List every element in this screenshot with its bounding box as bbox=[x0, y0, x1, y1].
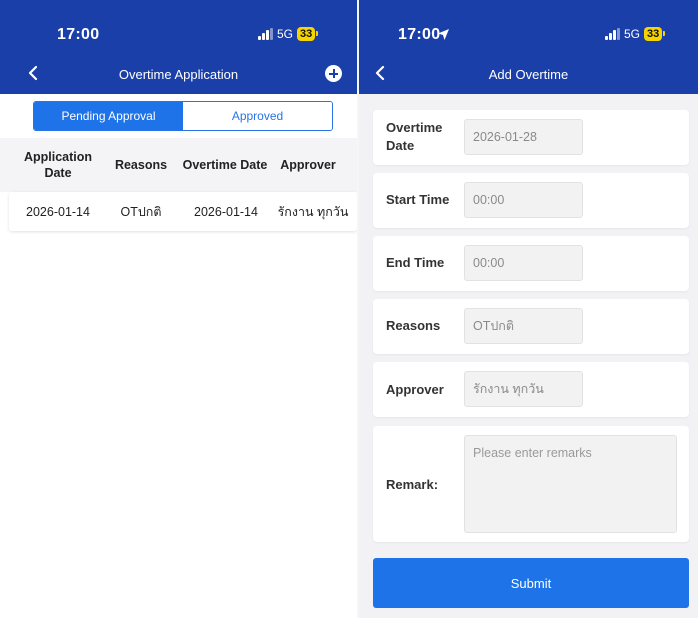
reasons-row: Reasons OTปกติ bbox=[373, 299, 689, 354]
column-header-application-date: Application Date bbox=[23, 150, 93, 180]
reasons-label: Reasons bbox=[386, 318, 441, 333]
remark-input[interactable] bbox=[464, 435, 677, 533]
table-header: Application Date Reasons Overtime Date A… bbox=[0, 138, 357, 192]
column-header-reasons: Reasons bbox=[114, 158, 168, 172]
battery-icon: 33 bbox=[297, 27, 319, 41]
cell-approver: รักงาน ทุกวัน bbox=[277, 204, 349, 219]
header-bar: 17:00 5G 33 Overtime Application bbox=[0, 0, 357, 94]
start-time-label: Start Time bbox=[386, 192, 450, 207]
signal-icon bbox=[605, 27, 620, 40]
overtime-date-field[interactable]: 2026-01-28 bbox=[464, 119, 583, 155]
tab-pending-approval[interactable]: Pending Approval bbox=[34, 102, 183, 130]
remark-row: Remark: bbox=[373, 426, 689, 542]
end-time-row: End Time 00:00 bbox=[373, 236, 689, 291]
cell-overtime-date: 2026-01-14 bbox=[194, 204, 258, 219]
reasons-field[interactable]: OTปกติ bbox=[464, 308, 583, 344]
approver-field[interactable]: รักงาน ทุกวัน bbox=[464, 371, 583, 407]
location-arrow-icon bbox=[438, 29, 449, 40]
status-tabs: Pending Approval Approved bbox=[33, 101, 333, 131]
remark-label: Remark: bbox=[386, 477, 439, 492]
overtime-date-row: Overtime Date 2026-01-28 bbox=[373, 110, 689, 165]
status-indicators: 5G 33 bbox=[258, 27, 319, 41]
add-overtime-screen: 17:00 5G 33 Add Overtime Overtime Date 2… bbox=[359, 0, 698, 618]
status-time: 17:00 bbox=[398, 26, 441, 43]
table-row[interactable]: 2026-01-14 OTปกติ 2026-01-14 รักงาน ทุกว… bbox=[9, 192, 357, 231]
start-time-row: Start Time 00:00 bbox=[373, 173, 689, 228]
overtime-application-screen: 17:00 5G 33 Overtime Application Pending… bbox=[0, 0, 357, 618]
end-time-label: End Time bbox=[386, 255, 445, 270]
network-label: 5G bbox=[277, 27, 294, 41]
page-title: Overtime Application bbox=[118, 67, 239, 82]
approver-row: Approver รักงาน ทุกวัน bbox=[373, 362, 689, 417]
column-header-overtime-date: Overtime Date bbox=[182, 158, 268, 172]
end-time-field[interactable]: 00:00 bbox=[464, 245, 583, 281]
battery-icon: 33 bbox=[644, 27, 666, 41]
column-header-approver: Approver bbox=[280, 158, 336, 172]
page-title: Add Overtime bbox=[488, 67, 569, 82]
tab-approved[interactable]: Approved bbox=[183, 102, 332, 130]
cell-application-date: 2026-01-14 bbox=[26, 204, 90, 219]
network-label: 5G bbox=[624, 27, 641, 41]
submit-button[interactable]: Submit bbox=[373, 558, 689, 608]
header-bar: 17:00 5G 33 Add Overtime bbox=[359, 0, 698, 94]
status-indicators: 5G 33 bbox=[605, 27, 666, 41]
status-time: 17:00 bbox=[57, 26, 100, 43]
add-circle-icon[interactable] bbox=[325, 65, 342, 82]
cell-reason: OTปกติ bbox=[120, 204, 162, 219]
approver-label: Approver bbox=[386, 382, 444, 397]
overtime-date-label: Overtime Date bbox=[386, 120, 443, 153]
start-time-field[interactable]: 00:00 bbox=[464, 182, 583, 218]
signal-icon bbox=[258, 27, 273, 40]
